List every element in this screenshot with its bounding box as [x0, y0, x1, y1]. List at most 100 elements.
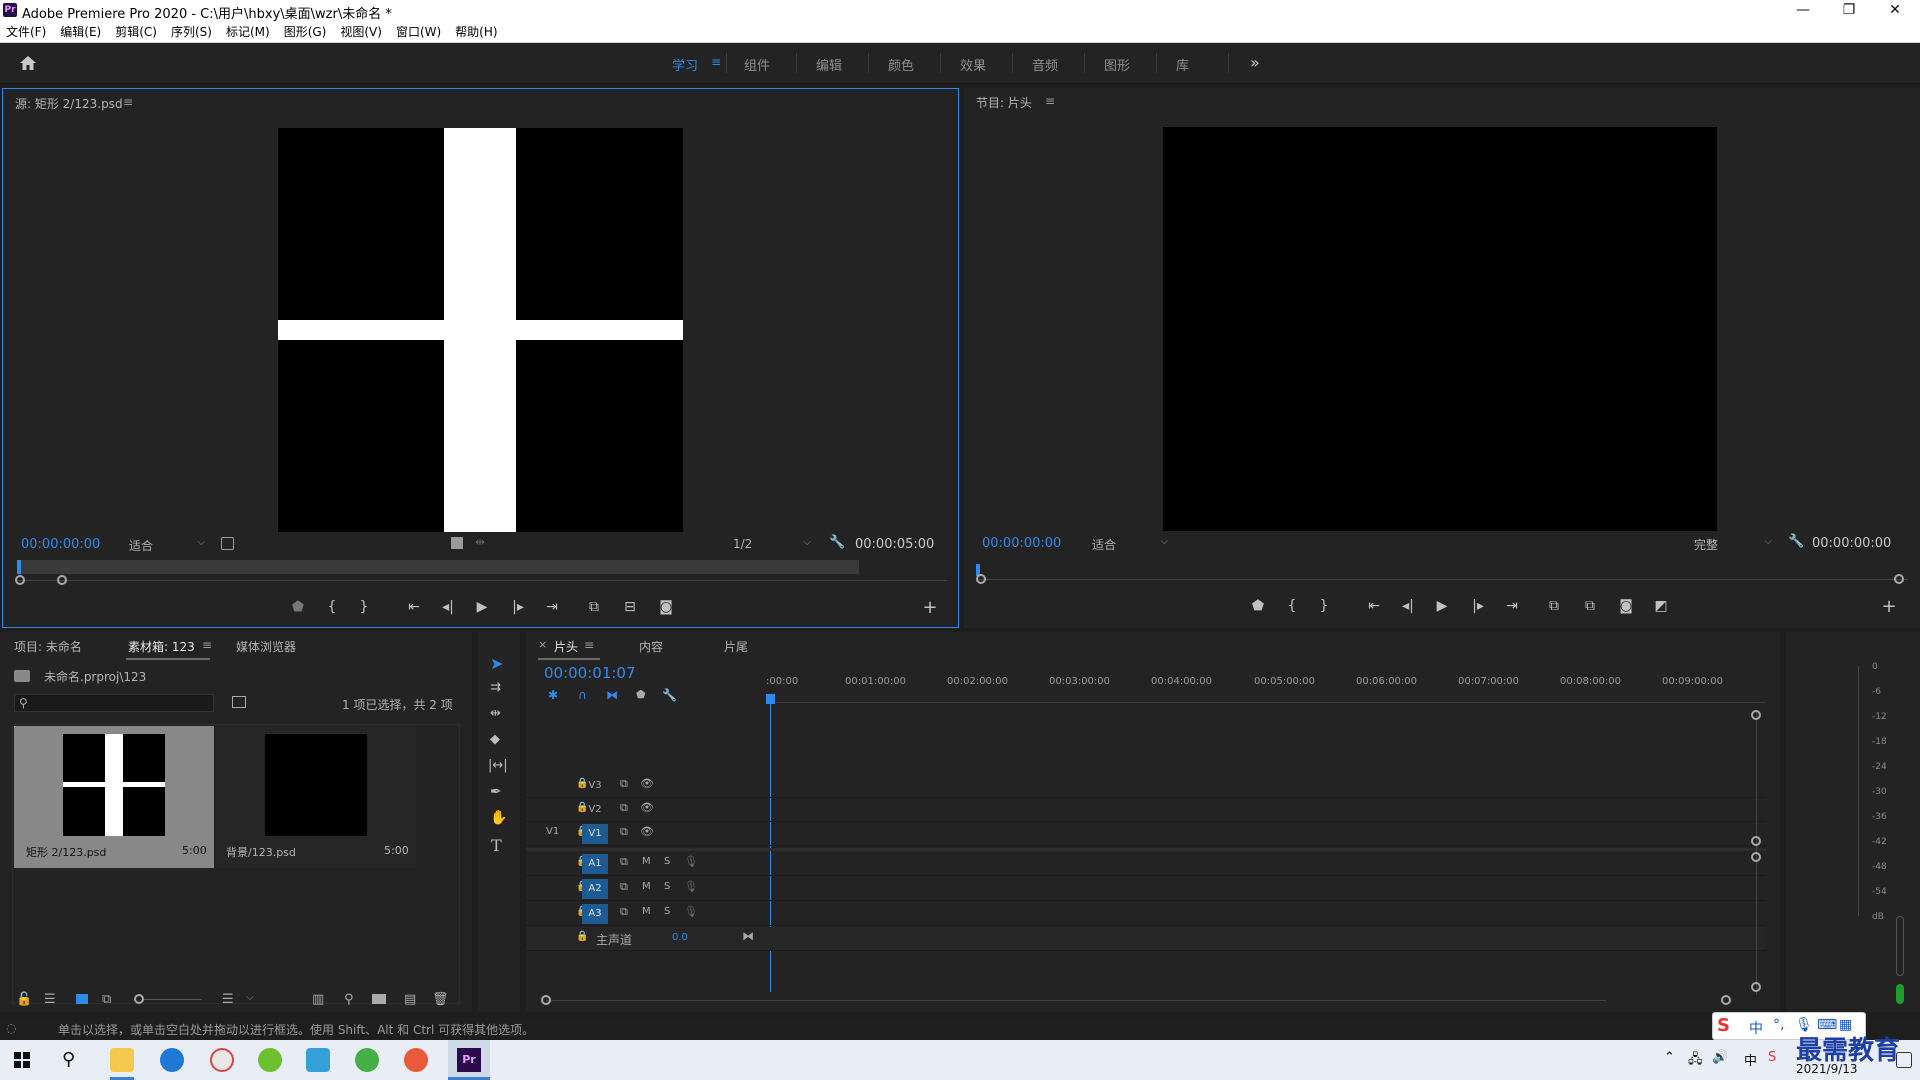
- new-bin-from-search-icon[interactable]: [232, 696, 246, 708]
- panel-menu-icon[interactable]: ≡: [584, 638, 594, 652]
- app-icon[interactable]: [306, 1048, 330, 1072]
- menu-edit[interactable]: 编辑(E): [60, 23, 101, 40]
- step-forward-icon[interactable]: |▸: [1467, 598, 1489, 614]
- add-marker-icon[interactable]: ⬟: [1247, 598, 1269, 614]
- sync-lock-icon[interactable]: ⧉: [620, 777, 628, 791]
- sync-lock-icon[interactable]: ⧉: [620, 905, 628, 919]
- workspace-tab-libraries[interactable]: 库: [1176, 55, 1189, 74]
- windows-start-icon[interactable]: [14, 1052, 30, 1068]
- panel-menu-icon[interactable]: ≡: [123, 95, 133, 109]
- sync-lock-icon[interactable]: ⧉: [620, 801, 628, 815]
- type-tool-icon[interactable]: T: [491, 836, 502, 855]
- selection-tool-icon[interactable]: ➤: [490, 654, 503, 673]
- sync-lock-icon[interactable]: ⧉: [620, 825, 628, 839]
- tab-project[interactable]: 项目: 未命名: [14, 638, 82, 655]
- snap-magnet-icon[interactable]: ∩: [578, 688, 587, 702]
- scroll-handle[interactable]: [1751, 852, 1761, 862]
- export-frame-camera-icon[interactable]: ◙: [655, 599, 677, 615]
- home-icon[interactable]: [18, 53, 38, 73]
- step-forward-icon[interactable]: |▸: [507, 599, 529, 615]
- program-monitor-title[interactable]: 节目: 片头: [976, 94, 1032, 111]
- sync-lock-icon[interactable]: ⧉: [620, 880, 628, 894]
- settings-square-icon[interactable]: [221, 537, 234, 550]
- menu-file[interactable]: 文件(F): [6, 23, 46, 40]
- eye-icon[interactable]: 👁: [640, 825, 654, 838]
- export-frame-camera-icon[interactable]: ◙: [1615, 598, 1637, 614]
- step-back-icon[interactable]: ◂|: [437, 599, 459, 615]
- app-icon[interactable]: [258, 1048, 282, 1072]
- track-label[interactable]: V1: [582, 824, 608, 844]
- go-to-out-icon[interactable]: ⇥: [1501, 598, 1523, 614]
- play-icon[interactable]: ▶: [1431, 598, 1453, 614]
- source-resolution-dropdown[interactable]: 1/2 ⌵: [733, 537, 815, 555]
- find-icon[interactable]: ⚲: [344, 992, 354, 1007]
- menu-help[interactable]: 帮助(H): [455, 23, 497, 40]
- scroll-handle-left[interactable]: [976, 574, 986, 584]
- menu-clip[interactable]: 剪辑(C): [115, 23, 157, 40]
- workspace-tab-color[interactable]: 颜色: [888, 55, 914, 74]
- scroll-handle-left[interactable]: [541, 995, 551, 1005]
- freeform-view-icon[interactable]: ⧉: [102, 992, 111, 1007]
- app-icon[interactable]: [355, 1048, 379, 1072]
- scroll-handle-right[interactable]: [1894, 574, 1904, 584]
- icon-view-icon[interactable]: [76, 994, 88, 1004]
- track-label[interactable]: A1: [582, 854, 608, 874]
- menu-graphics[interactable]: 图形(G): [284, 23, 327, 40]
- bin-item-background[interactable]: 背景/123.psd 5:00: [216, 726, 416, 868]
- program-playhead-timecode[interactable]: 00:00:00:00: [982, 536, 1061, 551]
- scroll-handle[interactable]: [1751, 982, 1761, 992]
- workspace-overflow-icon[interactable]: »: [1250, 53, 1260, 72]
- volume-icon[interactable]: 🔊: [1712, 1050, 1728, 1065]
- hand-tool-icon[interactable]: ✋: [490, 810, 507, 826]
- mark-in-icon[interactable]: {: [1281, 598, 1303, 614]
- zoom-slider-track[interactable]: [144, 999, 202, 1000]
- overwrite-icon[interactable]: ⊟: [619, 599, 641, 615]
- mark-out-icon[interactable]: }: [1313, 598, 1335, 614]
- eye-icon[interactable]: 👁: [640, 777, 654, 790]
- menu-marker[interactable]: 标记(M): [226, 23, 270, 40]
- source-patch-label[interactable]: V1: [546, 826, 559, 837]
- scroll-handle-right[interactable]: [1721, 995, 1731, 1005]
- timeline-h-scrollbar[interactable]: [546, 1000, 1606, 1001]
- search-icon[interactable]: ⚲: [62, 1049, 75, 1070]
- mute-button[interactable]: M: [642, 906, 651, 917]
- solo-button[interactable]: S: [664, 906, 670, 917]
- menu-view[interactable]: 视图(V): [340, 23, 382, 40]
- automate-to-sequence-icon[interactable]: ▥: [312, 992, 324, 1007]
- linked-selection-icon[interactable]: ⧓: [606, 688, 618, 702]
- source-playhead-timecode[interactable]: 00:00:00:00: [21, 537, 100, 552]
- chevron-down-icon[interactable]: ⌵: [246, 992, 254, 1003]
- timeline-timecode[interactable]: 00:00:01:07: [544, 664, 636, 682]
- razor-tool-icon[interactable]: ◆: [490, 732, 500, 747]
- drag-video-icon[interactable]: [451, 537, 463, 549]
- network-icon[interactable]: 🖧: [1688, 1050, 1703, 1072]
- workspace-tab-graphics[interactable]: 图形: [1104, 55, 1130, 74]
- punctuation-icon[interactable]: °,: [1773, 1017, 1784, 1033]
- scroll-handle[interactable]: [1751, 836, 1761, 846]
- ime-mode[interactable]: 中: [1749, 1018, 1763, 1038]
- source-zoom-scrollbar[interactable]: [17, 580, 947, 581]
- sort-icon[interactable]: ☰: [222, 992, 234, 1007]
- tab-sequence-content[interactable]: 内容: [639, 638, 663, 655]
- go-to-in-icon[interactable]: ⇤: [403, 599, 425, 615]
- go-to-end-icon[interactable]: ⧓: [742, 929, 754, 943]
- sogou-icon[interactable]: S: [1768, 1050, 1776, 1065]
- add-marker-icon[interactable]: ⬟: [636, 688, 646, 701]
- lock-icon[interactable]: 🔒: [576, 931, 588, 942]
- chrome-browser-icon[interactable]: [404, 1048, 428, 1072]
- tab-media-browser[interactable]: 媒体浏览器: [236, 638, 296, 655]
- step-back-icon[interactable]: ◂|: [1397, 598, 1419, 614]
- track-label[interactable]: V2: [582, 800, 608, 820]
- close-tab-icon[interactable]: ×: [538, 638, 547, 651]
- solo-button[interactable]: S: [664, 881, 670, 892]
- workspace-tab-audio[interactable]: 音频: [1032, 55, 1058, 74]
- tab-sequence-intro[interactable]: 片头: [554, 638, 578, 655]
- microphone-icon[interactable]: 🎙: [684, 855, 698, 868]
- tab-bin[interactable]: 素材箱: 123: [128, 638, 195, 655]
- workspace-tab-learn[interactable]: 学习: [672, 55, 698, 74]
- button-editor-plus-icon[interactable]: +: [1878, 596, 1900, 617]
- panel-menu-icon[interactable]: ≡: [202, 638, 212, 652]
- file-explorer-icon[interactable]: [110, 1048, 134, 1072]
- timeline-ruler[interactable]: :00:00 00:01:00:00 00:02:00:00 00:03:00:…: [766, 632, 1766, 712]
- microphone-icon[interactable]: 🎙: [684, 905, 698, 918]
